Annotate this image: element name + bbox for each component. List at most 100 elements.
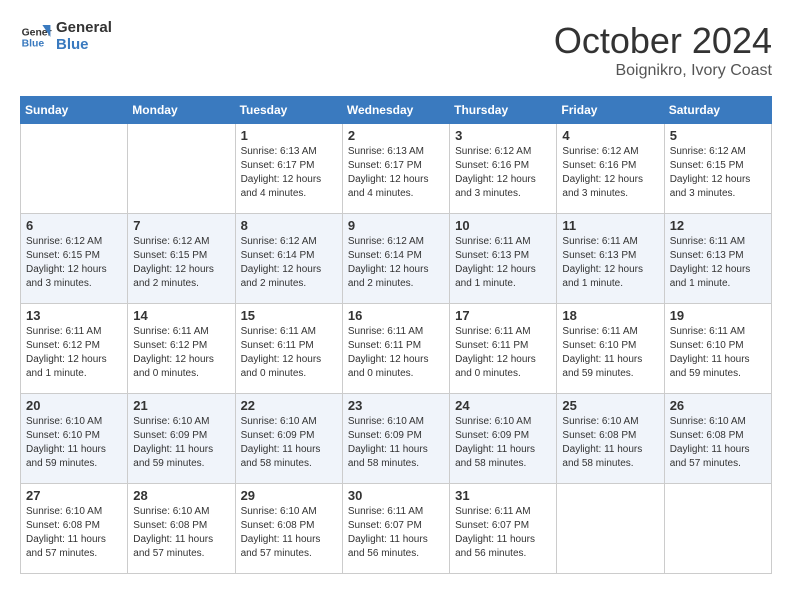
day-info: Sunrise: 6:11 AM Sunset: 6:13 PM Dayligh… (455, 235, 551, 291)
day-info: Sunrise: 6:12 AM Sunset: 6:16 PM Dayligh… (455, 145, 551, 201)
calendar-week-row: 20 Sunrise: 6:10 AM Sunset: 6:10 PM Dayli… (21, 394, 772, 484)
calendar-day-cell: 17 Sunrise: 6:11 AM Sunset: 6:11 PM Dayli… (450, 304, 557, 394)
calendar-day-cell: 14Sunrise: 6:11 AM Sunset: 6:12 PM Dayli… (128, 304, 235, 394)
calendar-week-row: 13 Sunrise: 6:11 AM Sunset: 6:12 PM Dayli… (21, 304, 772, 394)
day-number: 10 (455, 218, 551, 233)
weekday-header: Tuesday (235, 97, 342, 124)
calendar-day-cell (664, 484, 771, 574)
calendar-day-cell: 21Sunrise: 6:10 AM Sunset: 6:09 PM Dayli… (128, 394, 235, 484)
day-info: Sunrise: 6:12 AM Sunset: 6:14 PM Dayligh… (241, 235, 337, 291)
day-info: Sunrise: 6:11 AM Sunset: 6:10 PM Dayligh… (562, 325, 658, 381)
calendar-day-cell: 2 Sunrise: 6:13 AM Sunset: 6:17 PM Daylig… (342, 124, 449, 214)
calendar-day-cell: 24 Sunrise: 6:10 AM Sunset: 6:09 PM Dayli… (450, 394, 557, 484)
day-info: Sunrise: 6:12 AM Sunset: 6:15 PM Dayligh… (133, 235, 229, 291)
logo-text-blue: Blue (56, 37, 112, 54)
day-number: 22 (241, 398, 337, 413)
day-info: Sunrise: 6:11 AM Sunset: 6:12 PM Dayligh… (26, 325, 122, 381)
day-number: 13 (26, 308, 122, 323)
day-number: 16 (348, 308, 444, 323)
location: Boignikro, Ivory Coast (554, 62, 772, 80)
calendar-day-cell: 5Sunrise: 6:12 AM Sunset: 6:15 PM Daylig… (664, 124, 771, 214)
day-info: Sunrise: 6:12 AM Sunset: 6:16 PM Dayligh… (562, 145, 658, 201)
calendar-day-cell: 23 Sunrise: 6:10 AM Sunset: 6:09 PM Dayli… (342, 394, 449, 484)
logo-text-general: General (56, 20, 112, 37)
calendar-day-cell: 1 Sunrise: 6:13 AM Sunset: 6:17 PM Daylig… (235, 124, 342, 214)
calendar-day-cell: 11Sunrise: 6:11 AM Sunset: 6:13 PM Dayli… (557, 214, 664, 304)
day-number: 18 (562, 308, 658, 323)
day-info: Sunrise: 6:10 AM Sunset: 6:10 PM Dayligh… (26, 415, 122, 471)
day-number: 17 (455, 308, 551, 323)
day-info: Sunrise: 6:10 AM Sunset: 6:09 PM Dayligh… (455, 415, 551, 471)
calendar-week-row: 27 Sunrise: 6:10 AM Sunset: 6:08 PM Dayli… (21, 484, 772, 574)
day-number: 27 (26, 488, 122, 503)
calendar-day-cell: 3 Sunrise: 6:12 AM Sunset: 6:16 PM Daylig… (450, 124, 557, 214)
calendar-day-cell: 31 Sunrise: 6:11 AM Sunset: 6:07 PM Dayli… (450, 484, 557, 574)
logo: General Blue General Blue (20, 20, 112, 53)
day-number: 19 (670, 308, 766, 323)
weekday-header: Friday (557, 97, 664, 124)
calendar-week-row: 1 Sunrise: 6:13 AM Sunset: 6:17 PM Daylig… (21, 124, 772, 214)
day-info: Sunrise: 6:11 AM Sunset: 6:13 PM Dayligh… (670, 235, 766, 291)
day-info: Sunrise: 6:11 AM Sunset: 6:10 PM Dayligh… (670, 325, 766, 381)
calendar-day-cell: 22Sunrise: 6:10 AM Sunset: 6:09 PM Dayli… (235, 394, 342, 484)
weekday-header: Sunday (21, 97, 128, 124)
day-info: Sunrise: 6:11 AM Sunset: 6:11 PM Dayligh… (348, 325, 444, 381)
weekday-header: Saturday (664, 97, 771, 124)
day-number: 23 (348, 398, 444, 413)
day-info: Sunrise: 6:13 AM Sunset: 6:17 PM Dayligh… (348, 145, 444, 201)
day-number: 3 (455, 128, 551, 143)
calendar-day-cell: 6Sunrise: 6:12 AM Sunset: 6:15 PM Daylig… (21, 214, 128, 304)
day-info: Sunrise: 6:10 AM Sunset: 6:09 PM Dayligh… (133, 415, 229, 471)
calendar-day-cell: 20 Sunrise: 6:10 AM Sunset: 6:10 PM Dayli… (21, 394, 128, 484)
day-number: 9 (348, 218, 444, 233)
calendar-day-cell: 19 Sunrise: 6:11 AM Sunset: 6:10 PM Dayli… (664, 304, 771, 394)
day-info: Sunrise: 6:10 AM Sunset: 6:09 PM Dayligh… (348, 415, 444, 471)
calendar-day-cell: 10 Sunrise: 6:11 AM Sunset: 6:13 PM Dayli… (450, 214, 557, 304)
calendar-day-cell: 26Sunrise: 6:10 AM Sunset: 6:08 PM Dayli… (664, 394, 771, 484)
calendar-day-cell: 15Sunrise: 6:11 AM Sunset: 6:11 PM Dayli… (235, 304, 342, 394)
calendar-day-cell: 16 Sunrise: 6:11 AM Sunset: 6:11 PM Dayli… (342, 304, 449, 394)
calendar-day-cell (557, 484, 664, 574)
calendar-day-cell (128, 124, 235, 214)
calendar-day-cell: 27 Sunrise: 6:10 AM Sunset: 6:08 PM Dayli… (21, 484, 128, 574)
day-info: Sunrise: 6:13 AM Sunset: 6:17 PM Dayligh… (241, 145, 337, 201)
day-number: 7 (133, 218, 229, 233)
logo-icon: General Blue (20, 21, 52, 53)
day-number: 31 (455, 488, 551, 503)
calendar-day-cell: 4 Sunrise: 6:12 AM Sunset: 6:16 PM Daylig… (557, 124, 664, 214)
day-info: Sunrise: 6:11 AM Sunset: 6:11 PM Dayligh… (455, 325, 551, 381)
page-header: General Blue General Blue October 2024 B… (20, 20, 772, 80)
month-title: October 2024 (554, 20, 772, 62)
title-block: October 2024 Boignikro, Ivory Coast (554, 20, 772, 80)
calendar-day-cell (21, 124, 128, 214)
day-number: 28 (133, 488, 229, 503)
weekday-header: Thursday (450, 97, 557, 124)
day-info: Sunrise: 6:10 AM Sunset: 6:08 PM Dayligh… (133, 505, 229, 561)
svg-text:Blue: Blue (22, 38, 45, 49)
calendar-day-cell: 12 Sunrise: 6:11 AM Sunset: 6:13 PM Dayli… (664, 214, 771, 304)
calendar-day-cell: 7 Sunrise: 6:12 AM Sunset: 6:15 PM Daylig… (128, 214, 235, 304)
calendar-table: SundayMondayTuesdayWednesdayThursdayFrid… (20, 96, 772, 574)
calendar-day-cell: 13 Sunrise: 6:11 AM Sunset: 6:12 PM Dayli… (21, 304, 128, 394)
calendar-day-cell: 25Sunrise: 6:10 AM Sunset: 6:08 PM Dayli… (557, 394, 664, 484)
day-number: 4 (562, 128, 658, 143)
day-number: 12 (670, 218, 766, 233)
day-number: 30 (348, 488, 444, 503)
day-number: 20 (26, 398, 122, 413)
calendar-day-cell: 9Sunrise: 6:12 AM Sunset: 6:14 PM Daylig… (342, 214, 449, 304)
day-info: Sunrise: 6:10 AM Sunset: 6:08 PM Dayligh… (241, 505, 337, 561)
day-number: 15 (241, 308, 337, 323)
day-info: Sunrise: 6:10 AM Sunset: 6:08 PM Dayligh… (26, 505, 122, 561)
weekday-header: Monday (128, 97, 235, 124)
day-info: Sunrise: 6:11 AM Sunset: 6:07 PM Dayligh… (455, 505, 551, 561)
day-number: 1 (241, 128, 337, 143)
calendar-week-row: 6 Sunrise: 6:12 AM Sunset: 6:15 PM Daylig… (21, 214, 772, 304)
day-number: 25 (562, 398, 658, 413)
calendar-day-cell: 29 Sunrise: 6:10 AM Sunset: 6:08 PM Dayli… (235, 484, 342, 574)
day-number: 2 (348, 128, 444, 143)
day-number: 29 (241, 488, 337, 503)
day-info: Sunrise: 6:12 AM Sunset: 6:15 PM Dayligh… (670, 145, 766, 201)
day-number: 6 (26, 218, 122, 233)
day-number: 11 (562, 218, 658, 233)
day-number: 24 (455, 398, 551, 413)
